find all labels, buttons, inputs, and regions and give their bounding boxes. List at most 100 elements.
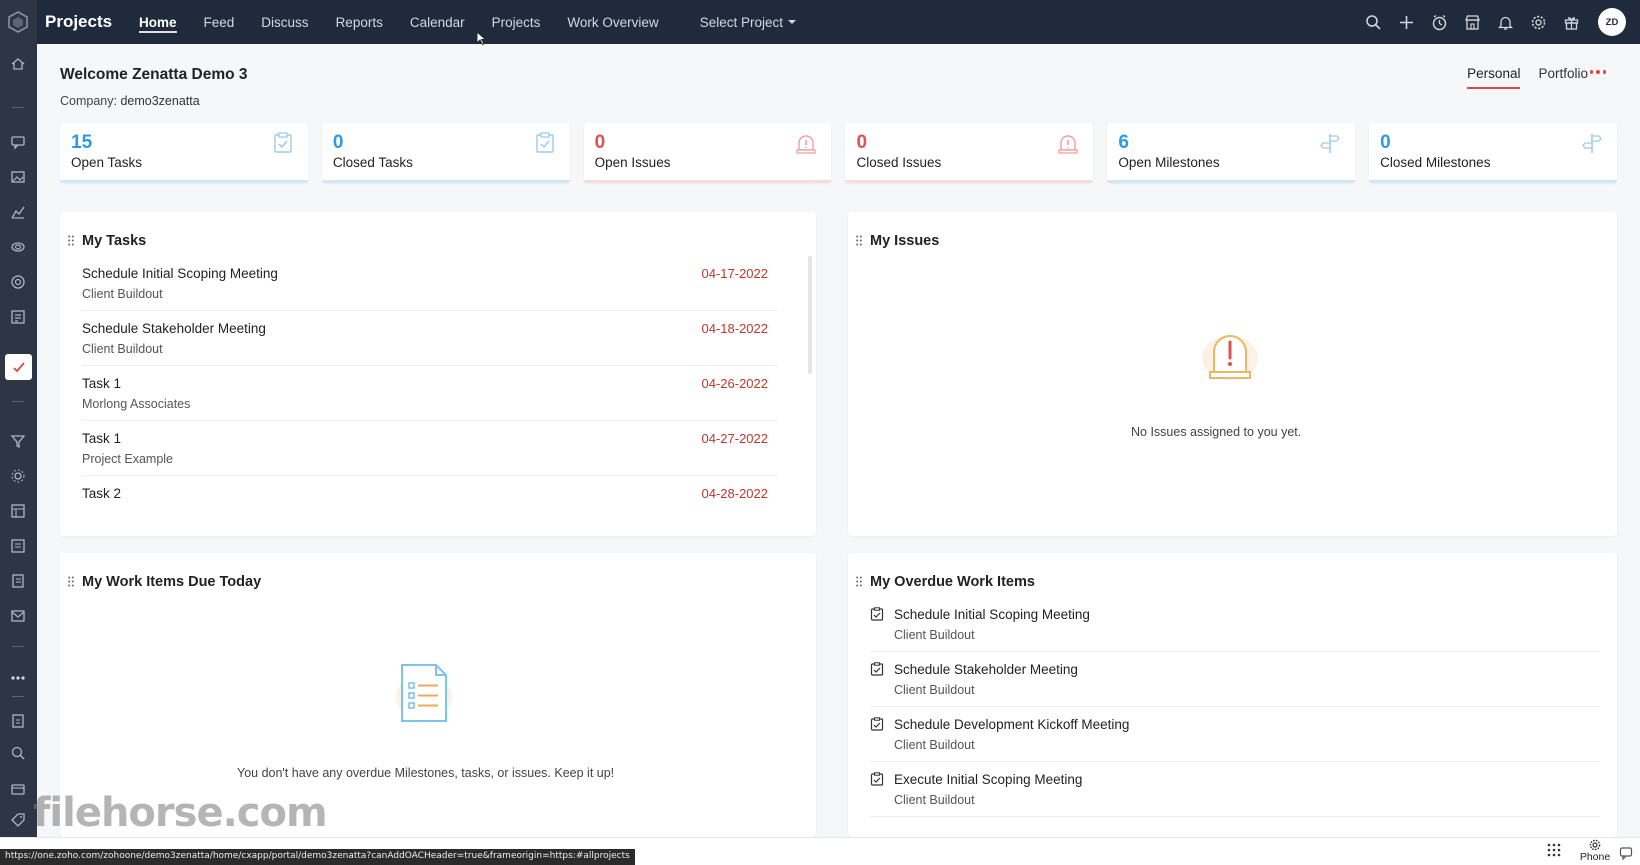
overdue-item-name[interactable]: Schedule Development Kickoff Meeting [894, 717, 1129, 732]
mail-icon[interactable] [8, 606, 28, 626]
task-row[interactable]: Schedule Initial Scoping Meeting Client … [82, 256, 778, 311]
add-icon[interactable] [1397, 13, 1416, 32]
my-issues-widget: My Issues No Issues assigned to you yet. [848, 212, 1617, 536]
task-due-date: 04-28-2022 [701, 486, 769, 501]
stat-value: 0 [856, 132, 868, 153]
chat-bubble-icon[interactable] [1619, 846, 1633, 860]
tab-projects[interactable]: Projects [492, 0, 541, 44]
whats-new-gift-icon[interactable] [1562, 13, 1581, 32]
document-list-illustration-icon [396, 664, 452, 722]
stat-open-milestones[interactable]: 6 Open Milestones [1107, 123, 1356, 183]
task-name[interactable]: Schedule Initial Scoping Meeting [82, 266, 278, 281]
scrollbar[interactable] [808, 256, 812, 374]
tab-reports[interactable]: Reports [336, 0, 383, 44]
cliq-chat-icon[interactable] [8, 132, 28, 152]
welcome-heading: Welcome Zenatta Demo 3 [60, 66, 248, 83]
more-options-icon[interactable] [1589, 70, 1606, 74]
widget-title: My Tasks [82, 233, 147, 249]
home-icon[interactable] [8, 54, 28, 74]
stat-value: 15 [71, 132, 93, 153]
phone-label: Phone [1579, 851, 1611, 863]
tab-home[interactable]: Home [139, 0, 177, 44]
overdue-item-project[interactable]: Client Buildout [894, 628, 975, 642]
tab-feed[interactable]: Feed [204, 0, 235, 44]
tab-portfolio[interactable]: Portfolio [1538, 66, 1588, 89]
notifications-bell-icon[interactable] [1496, 13, 1515, 32]
timer-icon[interactable] [1430, 13, 1449, 32]
user-avatar[interactable]: ZD [1598, 8, 1626, 36]
overdue-item-project[interactable]: Client Buildout [894, 738, 975, 752]
tab-personal[interactable]: Personal [1467, 66, 1521, 89]
settings-gear-icon[interactable] [8, 466, 28, 486]
stat-closed-issues[interactable]: 0 Closed Issues [845, 123, 1094, 183]
mail-image-icon[interactable] [8, 167, 28, 187]
task-project[interactable]: Client Buildout [82, 287, 163, 301]
task-name[interactable]: Task 2 [82, 486, 121, 501]
stat-open-issues[interactable]: 0 Open Issues [583, 123, 832, 183]
task-name[interactable]: Schedule Stakeholder Meeting [82, 321, 266, 336]
stat-label: Closed Tasks [332, 155, 413, 170]
table-icon[interactable] [8, 501, 28, 521]
task-clipboard-icon [870, 717, 884, 731]
marketplace-store-icon[interactable] [1463, 13, 1482, 32]
phone-button[interactable]: Phone [1576, 838, 1614, 864]
overdue-row[interactable]: Execute Initial Scoping Meeting Client B… [870, 762, 1600, 817]
search-icon[interactable] [1364, 13, 1383, 32]
link-icon[interactable] [8, 237, 28, 257]
widget-title: My Overdue Work Items [870, 574, 1035, 590]
more-apps-icon[interactable] [8, 668, 28, 688]
overdue-item-name[interactable]: Schedule Stakeholder Meeting [894, 662, 1078, 677]
analytics-icon[interactable] [8, 202, 28, 222]
stat-open-tasks[interactable]: 15 Open Tasks [60, 123, 308, 183]
settings-icon[interactable] [1529, 13, 1548, 32]
task-row[interactable]: Task 1 Morlong Associates 04-26-2022 [82, 366, 778, 421]
select-project-dropdown[interactable]: Select Project [700, 15, 796, 30]
task-row[interactable]: Task 1 Project Example 04-27-2022 [82, 421, 778, 476]
issue-bell-icon [1058, 135, 1078, 154]
phone-settings-icon [1589, 839, 1601, 851]
task-project[interactable]: Client Buildout [82, 342, 163, 356]
overdue-row[interactable]: Schedule Stakeholder Meeting Client Buil… [870, 652, 1600, 707]
projects-check-icon[interactable] [5, 354, 32, 380]
dialpad-icon[interactable] [1546, 842, 1562, 858]
company-label: Company [60, 94, 114, 108]
task-project[interactable]: Morlong Associates [82, 397, 190, 411]
task-due-date: 04-17-2022 [701, 266, 769, 281]
stat-closed-tasks[interactable]: 0 Closed Tasks [321, 123, 570, 183]
stat-closed-milestones[interactable]: 0 Closed Milestones [1369, 123, 1617, 183]
search-people-icon[interactable] [8, 743, 28, 763]
stat-value: 0 [1380, 132, 1391, 153]
task-clipboard-icon [870, 662, 884, 676]
storage-icon[interactable] [8, 779, 28, 799]
tab-calendar[interactable]: Calendar [410, 0, 465, 44]
drag-handle-icon[interactable] [856, 235, 862, 246]
task-project[interactable]: Project Example [82, 452, 173, 466]
overdue-row[interactable]: Schedule Initial Scoping Meeting Client … [870, 597, 1600, 652]
drag-handle-icon[interactable] [68, 235, 74, 246]
search-circle-icon[interactable] [8, 272, 28, 292]
tab-discuss[interactable]: Discuss [261, 0, 308, 44]
forms-icon[interactable] [8, 307, 28, 327]
drag-handle-icon[interactable] [68, 576, 74, 587]
sheet-icon[interactable] [8, 536, 28, 556]
task-name[interactable]: Task 1 [82, 431, 121, 446]
overdue-item-name[interactable]: Execute Initial Scoping Meeting [894, 772, 1082, 787]
notebook-icon[interactable] [8, 571, 28, 591]
funnel-icon[interactable] [8, 431, 28, 451]
tab-work-overview[interactable]: Work Overview [567, 0, 658, 44]
stat-label: Open Tasks [71, 155, 143, 170]
task-row[interactable]: Schedule Stakeholder Meeting Client Buil… [82, 311, 778, 366]
stat-label: Closed Milestones [1380, 155, 1491, 170]
overdue-item-project[interactable]: Client Buildout [894, 793, 975, 807]
tag-icon[interactable] [8, 810, 28, 830]
drag-handle-icon[interactable] [856, 576, 862, 587]
rail-divider [12, 401, 24, 402]
zoho-one-logo-icon[interactable] [7, 11, 29, 33]
document-icon[interactable] [8, 711, 28, 731]
overdue-item-name[interactable]: Schedule Initial Scoping Meeting [894, 607, 1090, 622]
overdue-row[interactable]: Schedule Development Kickoff Meeting Cli… [870, 707, 1600, 762]
task-row[interactable]: Task 2 04-28-2022 [82, 476, 778, 516]
overdue-item-project[interactable]: Client Buildout [894, 683, 975, 697]
task-name[interactable]: Task 1 [82, 376, 121, 391]
stat-label: Open Milestones [1118, 155, 1220, 170]
